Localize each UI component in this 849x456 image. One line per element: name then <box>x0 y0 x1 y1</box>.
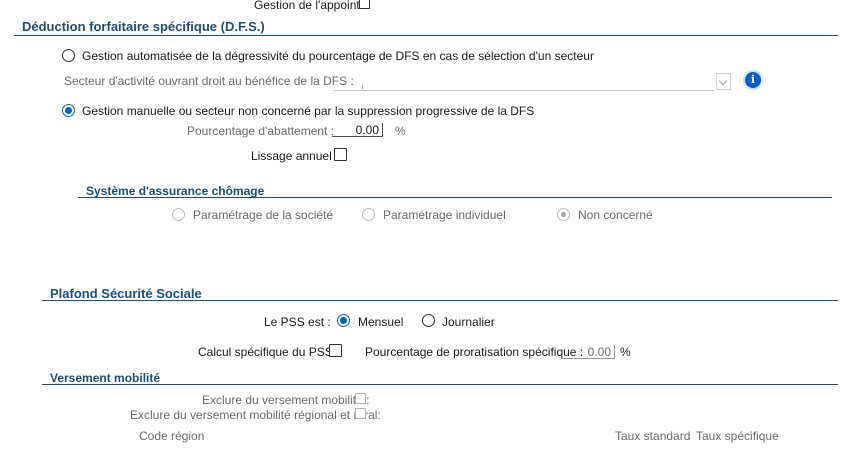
pss-section-rule <box>42 300 838 301</box>
chevron-down-icon[interactable] <box>716 73 731 90</box>
pss-journalier-radio[interactable] <box>422 314 435 327</box>
dfs-manual-radio[interactable] <box>62 104 75 117</box>
chomage-non-concerne-radio[interactable] <box>557 208 570 221</box>
pss-mensuel-radio[interactable] <box>337 314 350 327</box>
abattement-label: Pourcentage d'abattement : <box>187 124 335 138</box>
dfs-section-title: Déduction forfaitaire spécifique (D.F.S.… <box>22 19 265 34</box>
mobilite-section-rule <box>42 384 838 385</box>
lissage-checkbox[interactable] <box>334 148 347 161</box>
chomage-individuel-label: Paramétrage individuel <box>383 208 506 222</box>
appoint-label: Gestion de l'appoint : <box>254 0 367 12</box>
proratisation-input[interactable]: 0.00 <box>562 345 615 359</box>
pss-mensuel-label: Mensuel <box>358 315 404 329</box>
abattement-unit: % <box>395 124 406 138</box>
lissage-label: Lissage annuel : <box>251 149 339 163</box>
exclure-regional-label: Exclure du versement mobilité régional e… <box>130 408 381 422</box>
dfs-manual-label: Gestion manuelle ou secteur non concerné… <box>82 104 535 118</box>
col-code-region: Code région <box>139 429 205 443</box>
chomage-individuel-radio[interactable] <box>362 208 375 221</box>
col-taux-standard: Taux standard <box>615 429 691 443</box>
proratisation-label: Pourcentage de proratisation spécifique … <box>365 345 584 359</box>
chomage-section-title: Système d'assurance chômage <box>86 184 265 198</box>
chomage-societe-radio[interactable] <box>172 208 185 221</box>
calcul-pss-label: Calcul spécifique du PSS : <box>198 345 340 359</box>
proratisation-unit: % <box>620 345 631 359</box>
dfs-auto-radio[interactable] <box>62 49 75 62</box>
pss-label: Le PSS est : <box>264 315 331 329</box>
appoint-checkbox[interactable] <box>359 0 370 9</box>
dfs-section-rule <box>14 35 838 36</box>
pss-journalier-label: Journalier <box>442 315 495 329</box>
col-taux-specifique: Taux spécifique <box>696 429 779 443</box>
dfs-auto-label: Gestion automatisée de la dégressivité d… <box>82 49 594 63</box>
abattement-input[interactable]: 0.00 <box>332 123 383 137</box>
info-icon[interactable]: i <box>745 72 761 88</box>
exclure-mobilite-label: Exclure du versement mobilité : <box>202 393 370 407</box>
calcul-pss-checkbox[interactable] <box>329 344 342 357</box>
exclure-regional-checkbox[interactable] <box>355 408 366 419</box>
secteur-combobox[interactable] <box>333 74 714 91</box>
mobilite-section-title: Versement mobilité <box>50 371 161 385</box>
secteur-label: Secteur d'activité ouvrant droit au béné… <box>64 74 354 88</box>
chomage-section-rule <box>78 197 832 198</box>
chomage-societe-label: Paramétrage de la société <box>193 208 334 222</box>
exclure-mobilite-checkbox[interactable] <box>355 393 366 404</box>
chomage-non-concerne-label: Non concerné <box>578 208 653 222</box>
pss-section-title: Plafond Sécurité Sociale <box>50 286 202 301</box>
